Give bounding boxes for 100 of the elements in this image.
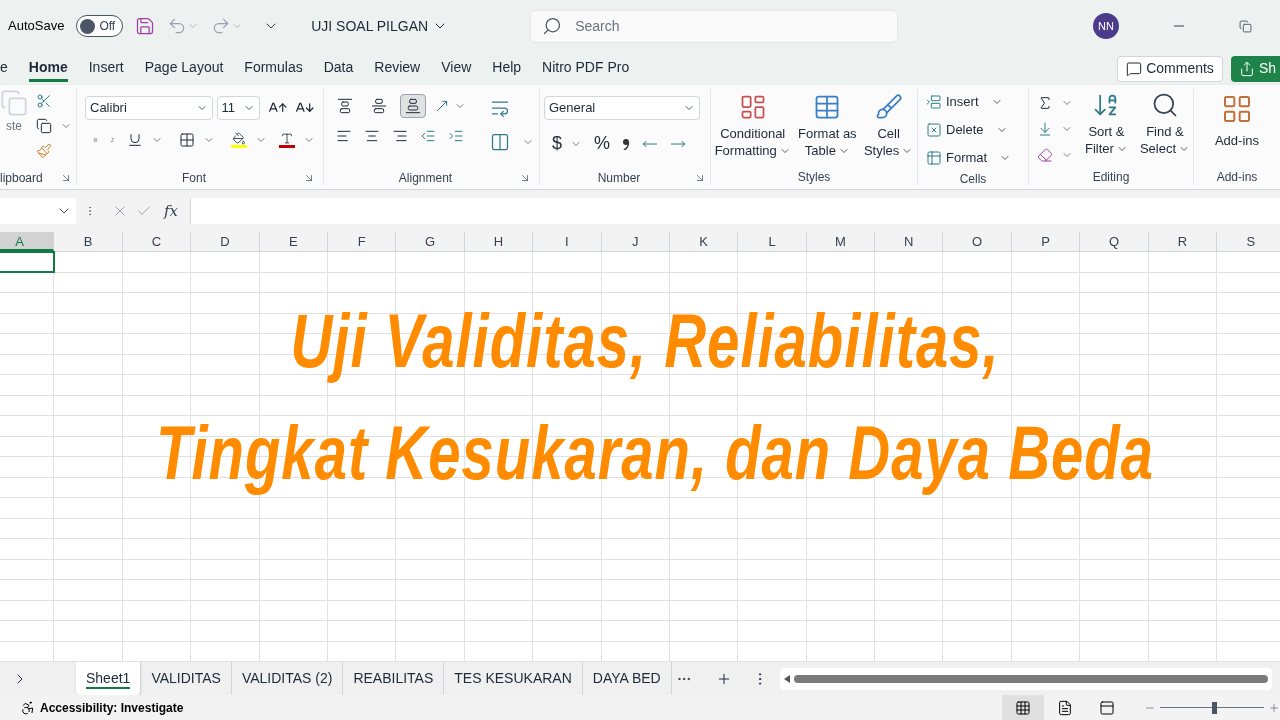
- column-header[interactable]: D: [191, 232, 260, 251]
- align-center-icon[interactable]: [364, 128, 380, 144]
- clear-icon[interactable]: [1037, 147, 1053, 163]
- column-header[interactable]: L: [738, 232, 807, 251]
- column-header[interactable]: O: [943, 232, 1012, 251]
- sheet-tab[interactable]: Sheet1: [76, 662, 142, 695]
- insert-function-label[interactable]: fx: [164, 199, 178, 223]
- ribbon-tab[interactable]: Review: [374, 55, 421, 82]
- view-icon[interactable]: [1015, 699, 1031, 716]
- zoom-in-icon[interactable]: [1268, 701, 1280, 714]
- underline-icon[interactable]: [127, 132, 143, 148]
- ribbon-tab[interactable]: e: [0, 55, 8, 82]
- cells-button[interactable]: Insert: [926, 91, 1020, 113]
- zoom-slider[interactable]: [1160, 701, 1264, 714]
- column-header[interactable]: A: [0, 232, 55, 251]
- font-name-field[interactable]: Calibri: [85, 96, 213, 120]
- comment-icon[interactable]: [1126, 60, 1143, 77]
- brush-icon[interactable]: [874, 93, 903, 121]
- borders-icon[interactable]: [179, 132, 195, 148]
- scrollbar-thumb[interactable]: [793, 674, 1268, 683]
- user-avatar[interactable]: NN: [1093, 13, 1119, 39]
- ribbon-tab[interactable]: Home: [28, 55, 68, 82]
- comma-style-icon[interactable]: [622, 137, 631, 150]
- number-format-field[interactable]: General: [544, 96, 700, 120]
- column-header[interactable]: H: [464, 232, 534, 251]
- paste-label[interactable]: ste: [6, 117, 22, 135]
- percent-symbol[interactable]: %: [594, 130, 611, 157]
- orientation-icon[interactable]: [434, 98, 450, 114]
- editing-button[interactable]: Find & Select: [1139, 91, 1191, 167]
- increase-indent-icon[interactable]: [448, 128, 464, 144]
- dialog-launcher-icon[interactable]: [303, 172, 315, 184]
- vertical-align-icon[interactable]: [371, 98, 387, 114]
- cells-icon[interactable]: [926, 150, 942, 166]
- column-header[interactable]: C: [122, 232, 192, 251]
- cells-icon[interactable]: [926, 122, 942, 138]
- formula-field[interactable]: [190, 198, 1280, 224]
- vertical-align-icon[interactable]: [337, 98, 353, 114]
- copy-icon[interactable]: [36, 118, 52, 134]
- column-header[interactable]: F: [327, 232, 397, 251]
- autosave-toggle[interactable]: Off: [76, 15, 124, 37]
- zoom-slider-thumb[interactable]: [1212, 701, 1218, 714]
- ribbon-tab[interactable]: Page Layout: [144, 55, 224, 82]
- view-icon[interactable]: [1099, 699, 1115, 716]
- cut-icon[interactable]: [36, 93, 52, 109]
- dialog-launcher-icon[interactable]: [60, 172, 72, 184]
- column-header[interactable]: Q: [1080, 232, 1149, 251]
- add-ins-button[interactable]: Add-ins: [1214, 85, 1260, 167]
- dialog-launcher-icon[interactable]: [519, 172, 531, 184]
- vertical-align-icon[interactable]: [405, 98, 421, 114]
- cells-button[interactable]: Format: [926, 147, 1020, 169]
- horizontal-scrollbar[interactable]: [779, 667, 1272, 690]
- save-icon[interactable]: [135, 16, 156, 36]
- merge-center-icon[interactable]: [490, 132, 510, 152]
- column-header[interactable]: I: [533, 232, 602, 251]
- autosum-icon[interactable]: [1037, 95, 1053, 111]
- style-button[interactable]: Format as Table: [798, 93, 857, 167]
- active-cell[interactable]: [0, 252, 55, 272]
- fill-color-icon[interactable]: [231, 132, 247, 148]
- comments-button[interactable]: Comments: [1117, 55, 1223, 82]
- ribbon-tab[interactable]: Formulas: [244, 55, 303, 82]
- column-header[interactable]: N: [875, 232, 944, 251]
- column-header[interactable]: S: [1217, 232, 1280, 251]
- accessibility-status[interactable]: Accessibility: Investigate: [40, 698, 184, 717]
- decrease-indent-icon[interactable]: [420, 128, 436, 144]
- share-icon[interactable]: [1238, 60, 1255, 77]
- search-field[interactable]: Search: [530, 9, 899, 43]
- currency-symbol[interactable]: $: [552, 130, 562, 157]
- grid-icon[interactable]: [1221, 93, 1253, 125]
- font-size-field[interactable]: 11: [216, 96, 260, 120]
- column-header[interactable]: P: [1011, 232, 1081, 251]
- ribbon-tab[interactable]: Data: [323, 55, 354, 82]
- column-header[interactable]: R: [1148, 232, 1218, 251]
- column-header[interactable]: G: [396, 232, 465, 251]
- ribbon-tab[interactable]: View: [441, 55, 472, 82]
- column-header[interactable]: K: [669, 232, 739, 251]
- ribbon-tab[interactable]: Nitro PDF Pro: [542, 55, 630, 82]
- column-header[interactable]: B: [54, 232, 123, 251]
- fill-icon[interactable]: [1037, 121, 1053, 137]
- cells-icon[interactable]: [926, 94, 942, 110]
- restore-icon[interactable]: [1239, 19, 1252, 33]
- style-button[interactable]: Cell Styles: [863, 93, 914, 167]
- column-header[interactable]: J: [601, 232, 670, 251]
- cells-button[interactable]: Delete: [926, 119, 1020, 141]
- ribbon-tab[interactable]: Help: [492, 55, 522, 82]
- ribbon-tab[interactable]: Insert: [88, 55, 124, 82]
- scroll-left-icon[interactable]: [783, 674, 790, 683]
- font-color-icon[interactable]: [279, 132, 295, 148]
- style-button[interactable]: Conditional Formatting: [714, 93, 791, 167]
- format-painter-icon[interactable]: [36, 143, 52, 159]
- share-button[interactable]: Sh: [1230, 55, 1280, 82]
- align-right-icon[interactable]: [392, 128, 408, 144]
- file-name-button[interactable]: UJI SOAL PILGAN: [311, 15, 449, 37]
- view-button[interactable]: [1002, 695, 1044, 720]
- column-header[interactable]: E: [259, 232, 328, 251]
- view-icon[interactable]: [1057, 699, 1073, 716]
- editing-button[interactable]: Sort & Filter: [1085, 91, 1128, 167]
- vertical-align-button[interactable]: [400, 94, 426, 118]
- align-left-icon[interactable]: [336, 128, 352, 144]
- column-header[interactable]: M: [806, 232, 876, 251]
- dialog-launcher-icon[interactable]: [694, 172, 706, 184]
